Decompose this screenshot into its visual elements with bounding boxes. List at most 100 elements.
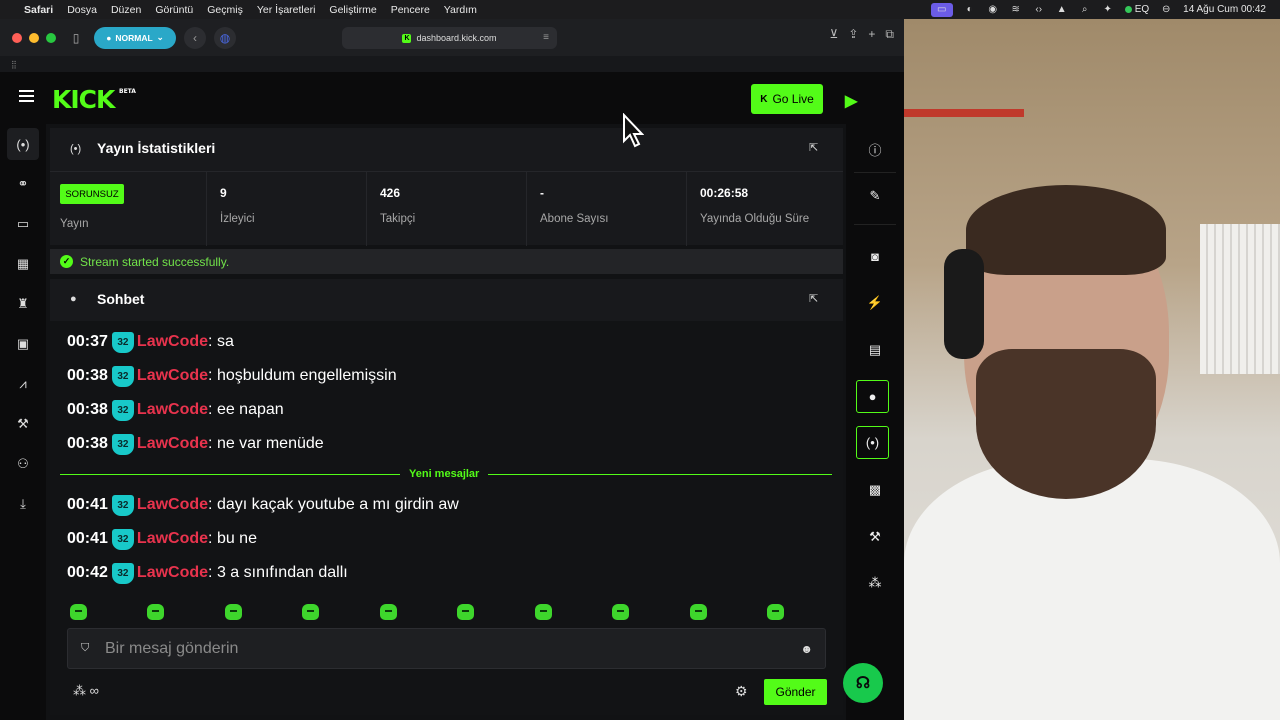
- chat-message[interactable]: 00:38 32 LawCode : ne var menüde: [67, 433, 324, 455]
- export-icon[interactable]: ⤓: [12, 493, 34, 515]
- close-window-icon[interactable]: [12, 32, 22, 43]
- tab-overview-icon[interactable]: ⧉: [885, 27, 894, 42]
- kick-logo[interactable]: KICK BETA: [52, 85, 136, 114]
- chat-message[interactable]: 00:38 32 LawCode : hoşbuldum engellemişs…: [67, 365, 397, 387]
- screen-share-icon[interactable]: ▭: [930, 2, 953, 17]
- menu-edit[interactable]: Düzen: [111, 4, 141, 16]
- menu-window[interactable]: Pencere: [391, 4, 430, 16]
- popout-stats-icon[interactable]: ⇱: [809, 141, 818, 154]
- go-live-button[interactable]: K Go Live: [751, 84, 823, 114]
- emote-icon[interactable]: [612, 604, 629, 620]
- menu-bookmarks[interactable]: Yer İşaretleri: [257, 4, 316, 16]
- extension-icon[interactable]: ◍: [214, 26, 236, 49]
- menu-history[interactable]: Geçmiş: [207, 4, 243, 16]
- broadcast-icon[interactable]: (•): [856, 426, 889, 459]
- profile-button[interactable]: ● NORMAL ⌄: [94, 26, 176, 49]
- address-bar[interactable]: K dashboard.kick.com ≡: [342, 27, 557, 49]
- emote-icon[interactable]: [690, 604, 707, 620]
- back-button[interactable]: ‹: [184, 26, 206, 49]
- stat-subs-label: Abone Sayısı: [540, 213, 609, 225]
- emote-icon[interactable]: [457, 604, 474, 620]
- chart-icon[interactable]: ▦: [12, 253, 34, 275]
- analytics-icon[interactable]: ⩘: [12, 373, 34, 395]
- focus-icon[interactable]: ⊖: [1160, 4, 1172, 15]
- pencil-icon[interactable]: ✎: [860, 181, 890, 211]
- new-tab-icon[interactable]: +: [868, 27, 875, 42]
- new-messages-label: Yeni mesajlar: [400, 468, 489, 480]
- emote-icon[interactable]: [147, 604, 164, 620]
- message-text: : 3 a sınıfından dallı: [208, 564, 348, 581]
- emote-icon[interactable]: [70, 604, 87, 620]
- hamburger-menu-icon[interactable]: [19, 90, 34, 105]
- reader-icon[interactable]: ≡: [543, 32, 549, 43]
- chat-extras[interactable]: ⁂ ∞: [73, 683, 99, 699]
- message-username[interactable]: LawCode: [137, 564, 208, 582]
- chat-message[interactable]: 00:42 32 LawCode : 3 a sınıfından dallı: [67, 562, 348, 584]
- left-sidebar: (•) ⚭ ▭ ▦ ♜ ▣ ⩘ ⚒ ⚇ ⤓: [0, 124, 46, 720]
- url-text: dashboard.kick.com: [416, 33, 497, 43]
- emote-icon[interactable]: [302, 604, 319, 620]
- kick-brand-icon[interactable]: ▶: [845, 91, 860, 110]
- zoom-window-icon[interactable]: [46, 32, 56, 43]
- download-icon[interactable]: ⊻: [830, 27, 839, 42]
- menu-app-name[interactable]: Safari: [24, 4, 53, 16]
- chat-message[interactable]: 00:41 32 LawCode : bu ne: [67, 528, 257, 550]
- sparkle-icon[interactable]: ✦: [1102, 4, 1114, 15]
- message-username[interactable]: LawCode: [137, 401, 208, 419]
- sidebar-toggle-icon[interactable]: ▯: [66, 28, 86, 48]
- kick-k-icon: K: [760, 93, 768, 105]
- sub-badge-icon: 32: [111, 331, 134, 353]
- message-username[interactable]: LawCode: [137, 530, 208, 548]
- menubar-datetime[interactable]: 14 Ağu Cum 00:42: [1183, 4, 1266, 15]
- menu-file[interactable]: Dosya: [67, 4, 97, 16]
- trophy-icon[interactable]: ♜: [12, 293, 34, 315]
- play-circle-icon[interactable]: ◉: [987, 4, 999, 15]
- color-wheel-icon[interactable]: ◐: [964, 4, 976, 15]
- message-username[interactable]: LawCode: [137, 496, 208, 514]
- emote-icon[interactable]: [767, 604, 784, 620]
- webcam-feed: [904, 19, 1280, 720]
- chat-message[interactable]: 00:38 32 LawCode : ee napan: [67, 399, 284, 421]
- menu-help[interactable]: Yardım: [444, 4, 477, 16]
- menu-view[interactable]: Görüntü: [155, 4, 193, 16]
- eq-status[interactable]: EQ: [1124, 4, 1149, 15]
- emote-icon[interactable]: [225, 604, 242, 620]
- window-icon[interactable]: ▭: [12, 213, 34, 235]
- chat-message-input[interactable]: [105, 638, 785, 660]
- waves-icon[interactable]: ≋: [1010, 4, 1022, 15]
- link-icon[interactable]: ⚭: [12, 173, 34, 195]
- popout-chat-icon[interactable]: ⇱: [809, 292, 818, 305]
- chat-message[interactable]: 00:41 32 LawCode : dayı kaçak youtube a …: [67, 494, 459, 516]
- send-button[interactable]: Gönder: [764, 679, 827, 705]
- grid-icon[interactable]: ⣿: [11, 60, 17, 69]
- info-icon[interactable]: ⓘ: [860, 134, 890, 164]
- code-icon[interactable]: ‹›: [1033, 4, 1045, 15]
- users-icon[interactable]: ⚇: [12, 453, 34, 475]
- chat-title: Sohbet: [97, 291, 145, 307]
- video-icon[interactable]: ▣: [12, 333, 34, 355]
- wrench-icon[interactable]: ⚒: [12, 413, 34, 435]
- message-username[interactable]: LawCode: [137, 367, 208, 385]
- broadcast-icon[interactable]: (•): [7, 128, 39, 160]
- menu-develop[interactable]: Geliştirme: [329, 4, 376, 16]
- arrow-icon[interactable]: ▲: [1056, 4, 1068, 15]
- support-headset-icon[interactable]: ☊: [843, 663, 883, 703]
- minimize-window-icon[interactable]: [29, 32, 39, 43]
- note-icon[interactable]: ▤: [860, 335, 890, 365]
- search-icon[interactable]: ⌕: [1079, 4, 1091, 15]
- message-username[interactable]: LawCode: [137, 333, 208, 351]
- emoji-picker-icon[interactable]: ☻: [800, 642, 813, 656]
- success-banner: ✓ Stream started successfully.: [50, 249, 843, 274]
- share-icon[interactable]: ⇪: [848, 27, 858, 42]
- dots-icon[interactable]: ⁂: [860, 568, 890, 598]
- emote-icon[interactable]: [380, 604, 397, 620]
- camera-icon[interactable]: ◙: [860, 241, 890, 271]
- clapper-icon[interactable]: ▩: [860, 475, 890, 505]
- chat-message[interactable]: 00:37 32 LawCode : sa: [67, 331, 234, 353]
- emote-icon[interactable]: [535, 604, 552, 620]
- chat-settings-icon[interactable]: ⚙: [735, 683, 748, 700]
- wrench-icon[interactable]: ⚒: [860, 522, 890, 552]
- bolt-icon[interactable]: ⚡: [860, 288, 890, 318]
- message-username[interactable]: LawCode: [137, 435, 208, 453]
- chat-icon[interactable]: ●: [856, 380, 889, 413]
